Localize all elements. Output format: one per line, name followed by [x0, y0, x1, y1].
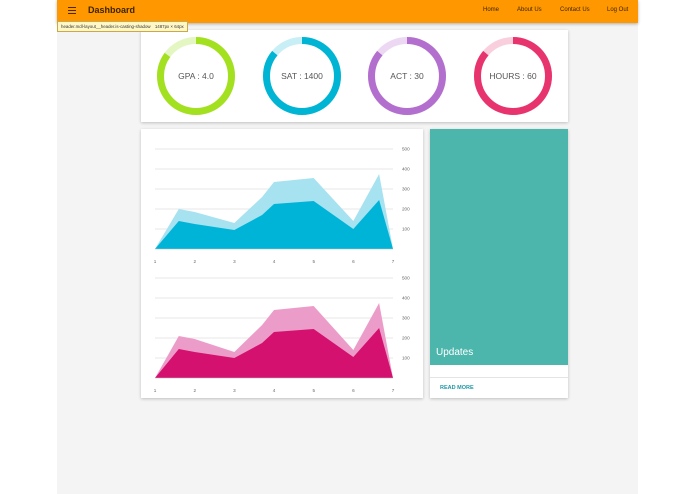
x-tick-label: 7 — [392, 259, 395, 264]
y-tick-label: 200 — [402, 207, 410, 212]
y-tick-label: 500 — [402, 147, 410, 152]
y-tick-label: 300 — [402, 187, 410, 192]
charts-card: 100 200 300 400 500 1 2 3 4 5 6 7 100 200 300 400 500 1 2 3… — [141, 129, 423, 398]
x-tick-label: 6 — [352, 259, 355, 264]
gauge-label: HOURS : 60 — [489, 71, 537, 81]
x-tick-label: 5 — [312, 259, 315, 264]
x-tick-label: 4 — [273, 388, 276, 393]
menu-icon[interactable] — [68, 7, 76, 15]
app-title: Dashboard — [88, 5, 136, 15]
gauge-gpa: GPA : 4.0 — [156, 36, 236, 116]
x-tick-label: 1 — [154, 259, 157, 264]
x-tick-label: 2 — [193, 388, 196, 393]
y-tick-label: 500 — [402, 276, 410, 281]
nav-log-out[interactable]: Log Out — [607, 7, 628, 13]
x-tick-label: 5 — [312, 388, 315, 393]
x-tick-label: 7 — [392, 388, 395, 393]
gauge-hours: HOURS : 60 — [473, 36, 553, 116]
x-tick-label: 6 — [352, 388, 355, 393]
area-series — [155, 328, 393, 378]
app-header: Dashboard Home About Us Contact Us Log O… — [57, 0, 638, 23]
area-charts: 100 200 300 400 500 1 2 3 4 5 6 7 100 200 300 400 500 1 2 3… — [154, 147, 410, 393]
nav-home[interactable]: Home — [483, 7, 499, 13]
x-tick-label: 4 — [273, 259, 276, 264]
inspector-tooltip: header.mdl-layout__header.is-casting-sha… — [57, 21, 188, 32]
gauge-sat: SAT : 1400 — [262, 36, 342, 116]
gauge-label: GPA : 4.0 — [178, 71, 214, 81]
y-tick-label: 300 — [402, 316, 410, 321]
gauge-label: ACT : 30 — [390, 71, 424, 81]
x-tick-label: 2 — [193, 259, 196, 264]
y-tick-label: 200 — [402, 336, 410, 341]
nav-contact-us[interactable]: Contact Us — [560, 7, 590, 13]
x-tick-label: 3 — [233, 259, 236, 264]
divider — [430, 377, 568, 378]
x-tick-label: 3 — [233, 388, 236, 393]
y-tick-label: 100 — [402, 227, 410, 232]
tooltip-size: 1487px × 64px — [154, 24, 184, 29]
nav-about-us[interactable]: About Us — [517, 7, 542, 13]
y-tick-label: 400 — [402, 167, 410, 172]
updates-card: Updates READ MORE — [430, 129, 568, 398]
stats-card: GPA : 4.0 SAT : 1400 ACT : 30 HOURS : 60 — [141, 30, 568, 122]
x-tick-label: 1 — [154, 388, 157, 393]
updates-title: Updates — [436, 347, 474, 358]
y-tick-label: 400 — [402, 296, 410, 301]
gauge-act: ACT : 30 — [367, 36, 447, 116]
gauge-label: SAT : 1400 — [281, 71, 323, 81]
updates-banner — [430, 129, 568, 365]
read-more-button[interactable]: READ MORE — [440, 385, 474, 391]
tooltip-selector: header.mdl-layout__header.is-casting-sha… — [61, 24, 151, 29]
y-tick-label: 100 — [402, 356, 410, 361]
